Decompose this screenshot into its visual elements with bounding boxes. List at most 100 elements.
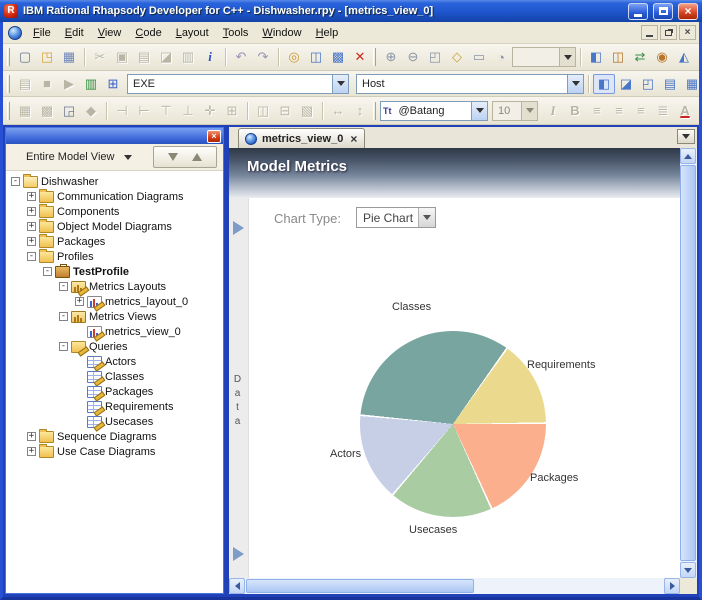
- output-window-icon[interactable]: ◪: [615, 74, 637, 94]
- target-combo[interactable]: Host: [356, 73, 584, 94]
- tree-item[interactable]: - Queries: [6, 339, 223, 354]
- toolbar-grip[interactable]: [373, 101, 376, 120]
- tree-expander[interactable]: [75, 357, 84, 366]
- align-text-left-icon[interactable]: ≡: [586, 101, 608, 121]
- tree-expander[interactable]: +: [75, 297, 84, 306]
- scroll-up-button[interactable]: [680, 148, 696, 164]
- combo-dropdown-icon[interactable]: [559, 48, 575, 66]
- combo-dropdown-icon[interactable]: [567, 74, 583, 93]
- shape-icon[interactable]: ◆: [80, 101, 102, 121]
- move-up-icon[interactable]: [192, 153, 202, 161]
- erase-icon[interactable]: ◪: [155, 47, 177, 67]
- zoom-out-icon[interactable]: ⊖: [402, 47, 424, 67]
- tree-item[interactable]: Packages: [6, 384, 223, 399]
- info-icon[interactable]: i: [199, 47, 221, 67]
- combo-dropdown-icon[interactable]: [521, 101, 537, 120]
- tree-item[interactable]: - Metrics Views: [6, 309, 223, 324]
- tree-expander[interactable]: +: [27, 237, 36, 246]
- toolbar-grip[interactable]: [7, 101, 10, 120]
- make-icon[interactable]: ▤: [14, 74, 36, 94]
- tab-metrics-view-0[interactable]: metrics_view_0 ×: [238, 128, 366, 148]
- print-icon[interactable]: ▥: [177, 47, 199, 67]
- font-color-icon[interactable]: A: [674, 101, 696, 121]
- scroll-right-button[interactable]: [664, 578, 680, 594]
- features-window-icon[interactable]: ◰: [637, 74, 659, 94]
- undo-icon[interactable]: ↶: [230, 47, 252, 67]
- zoom-level-combo[interactable]: [512, 47, 576, 67]
- actor-tool-icon[interactable]: ◉: [651, 47, 673, 67]
- align-bottom-icon[interactable]: ⊥: [177, 101, 199, 121]
- pan-icon[interactable]: ◇: [446, 47, 468, 67]
- same-height-icon[interactable]: ↕: [349, 101, 371, 121]
- paste-icon[interactable]: ▤: [133, 47, 155, 67]
- copy-icon[interactable]: ▣: [111, 47, 133, 67]
- tree-item[interactable]: - Profiles: [6, 248, 223, 264]
- component-tool-icon[interactable]: ◫: [607, 47, 629, 67]
- zoom-area-icon[interactable]: ◰: [424, 47, 446, 67]
- tree-item[interactable]: + Packages: [6, 233, 223, 249]
- tree-expander[interactable]: +: [27, 222, 36, 231]
- tree-item[interactable]: + Communication Diagrams: [6, 188, 223, 204]
- tree-expander[interactable]: +: [27, 192, 36, 201]
- close-button[interactable]: ×: [678, 2, 698, 20]
- tree-expander[interactable]: +: [27, 207, 36, 216]
- tree-expander[interactable]: -: [27, 252, 36, 261]
- distribute-vertical-icon[interactable]: ⊟: [274, 101, 296, 121]
- redo-icon[interactable]: ↷: [252, 47, 274, 67]
- vertical-scroll-thumb[interactable]: [680, 165, 696, 561]
- mdi-close-button[interactable]: ×: [679, 25, 696, 40]
- menu-item[interactable]: Tools: [216, 24, 256, 42]
- same-width-icon[interactable]: ↔: [327, 101, 349, 121]
- tree-expander[interactable]: [75, 417, 84, 426]
- align-text-right-icon[interactable]: ≡: [630, 101, 652, 121]
- align-right-icon[interactable]: ⊢: [133, 101, 155, 121]
- tree-expander[interactable]: [75, 372, 84, 381]
- tab-close-icon[interactable]: ×: [348, 133, 357, 145]
- menu-item[interactable]: File: [26, 24, 58, 42]
- tree-item[interactable]: Usecases: [6, 414, 223, 429]
- combo-dropdown-icon[interactable]: [332, 74, 348, 93]
- expand-top-icon[interactable]: [233, 221, 244, 235]
- chart-type-dropdown[interactable]: Pie Chart: [356, 207, 436, 228]
- tree-item[interactable]: Classes: [6, 369, 223, 384]
- list-format-icon[interactable]: ≣: [652, 101, 674, 121]
- layout-sync-icon[interactable]: ◧: [585, 47, 607, 67]
- tree-item[interactable]: + metrics_layout_0: [6, 294, 223, 309]
- lock-config-icon[interactable]: ⊞: [102, 74, 124, 94]
- tree-item[interactable]: - Metrics Layouts: [6, 279, 223, 294]
- browser-window-icon[interactable]: ◧: [593, 73, 615, 94]
- grid-window-icon[interactable]: ▦: [681, 74, 702, 94]
- tree-expander[interactable]: [75, 387, 84, 396]
- tree-expander[interactable]: +: [27, 432, 36, 441]
- menu-item[interactable]: Help: [309, 24, 346, 42]
- delete-icon[interactable]: ✕: [349, 47, 371, 67]
- tab-list-button[interactable]: [677, 129, 695, 144]
- mdi-restore-button[interactable]: [660, 25, 677, 40]
- show-grid-icon[interactable]: ▦: [14, 101, 36, 121]
- distribute-horizontal-icon[interactable]: ◫: [252, 101, 274, 121]
- move-down-icon[interactable]: [168, 153, 178, 161]
- open-target-window-icon[interactable]: ◫: [305, 47, 327, 67]
- options-window-icon[interactable]: ▩: [327, 47, 349, 67]
- new-icon[interactable]: ▢: [14, 47, 36, 67]
- tree-item[interactable]: + Sequence Diagrams: [6, 428, 223, 444]
- tree-expander[interactable]: -: [11, 177, 20, 186]
- align-left-icon[interactable]: ⊣: [111, 101, 133, 121]
- combo-dropdown-icon[interactable]: [471, 101, 487, 120]
- tree-expander[interactable]: [75, 402, 84, 411]
- run-executable-icon[interactable]: ▶: [58, 74, 80, 94]
- stamp-mode-icon[interactable]: ◲: [58, 101, 80, 121]
- browser-close-button[interactable]: ×: [207, 129, 221, 143]
- tree-item[interactable]: + Components: [6, 203, 223, 219]
- toolbar-grip[interactable]: [373, 48, 376, 66]
- cut-icon[interactable]: ✂: [89, 47, 111, 67]
- tree-item[interactable]: + Use Case Diagrams: [6, 443, 223, 459]
- title-bar[interactable]: R IBM Rational Rhapsody Developer for C+…: [0, 0, 702, 22]
- expand-bottom-icon[interactable]: [233, 547, 244, 561]
- tree-expander[interactable]: +: [27, 447, 36, 456]
- pie-chart[interactable]: [360, 331, 546, 517]
- tree-item[interactable]: + Object Model Diagrams: [6, 218, 223, 234]
- browser-caption-bar[interactable]: ×: [6, 128, 223, 144]
- view-selector-dropdown[interactable]: Entire Model View: [12, 151, 153, 163]
- same-size-icon[interactable]: ▧: [296, 101, 318, 121]
